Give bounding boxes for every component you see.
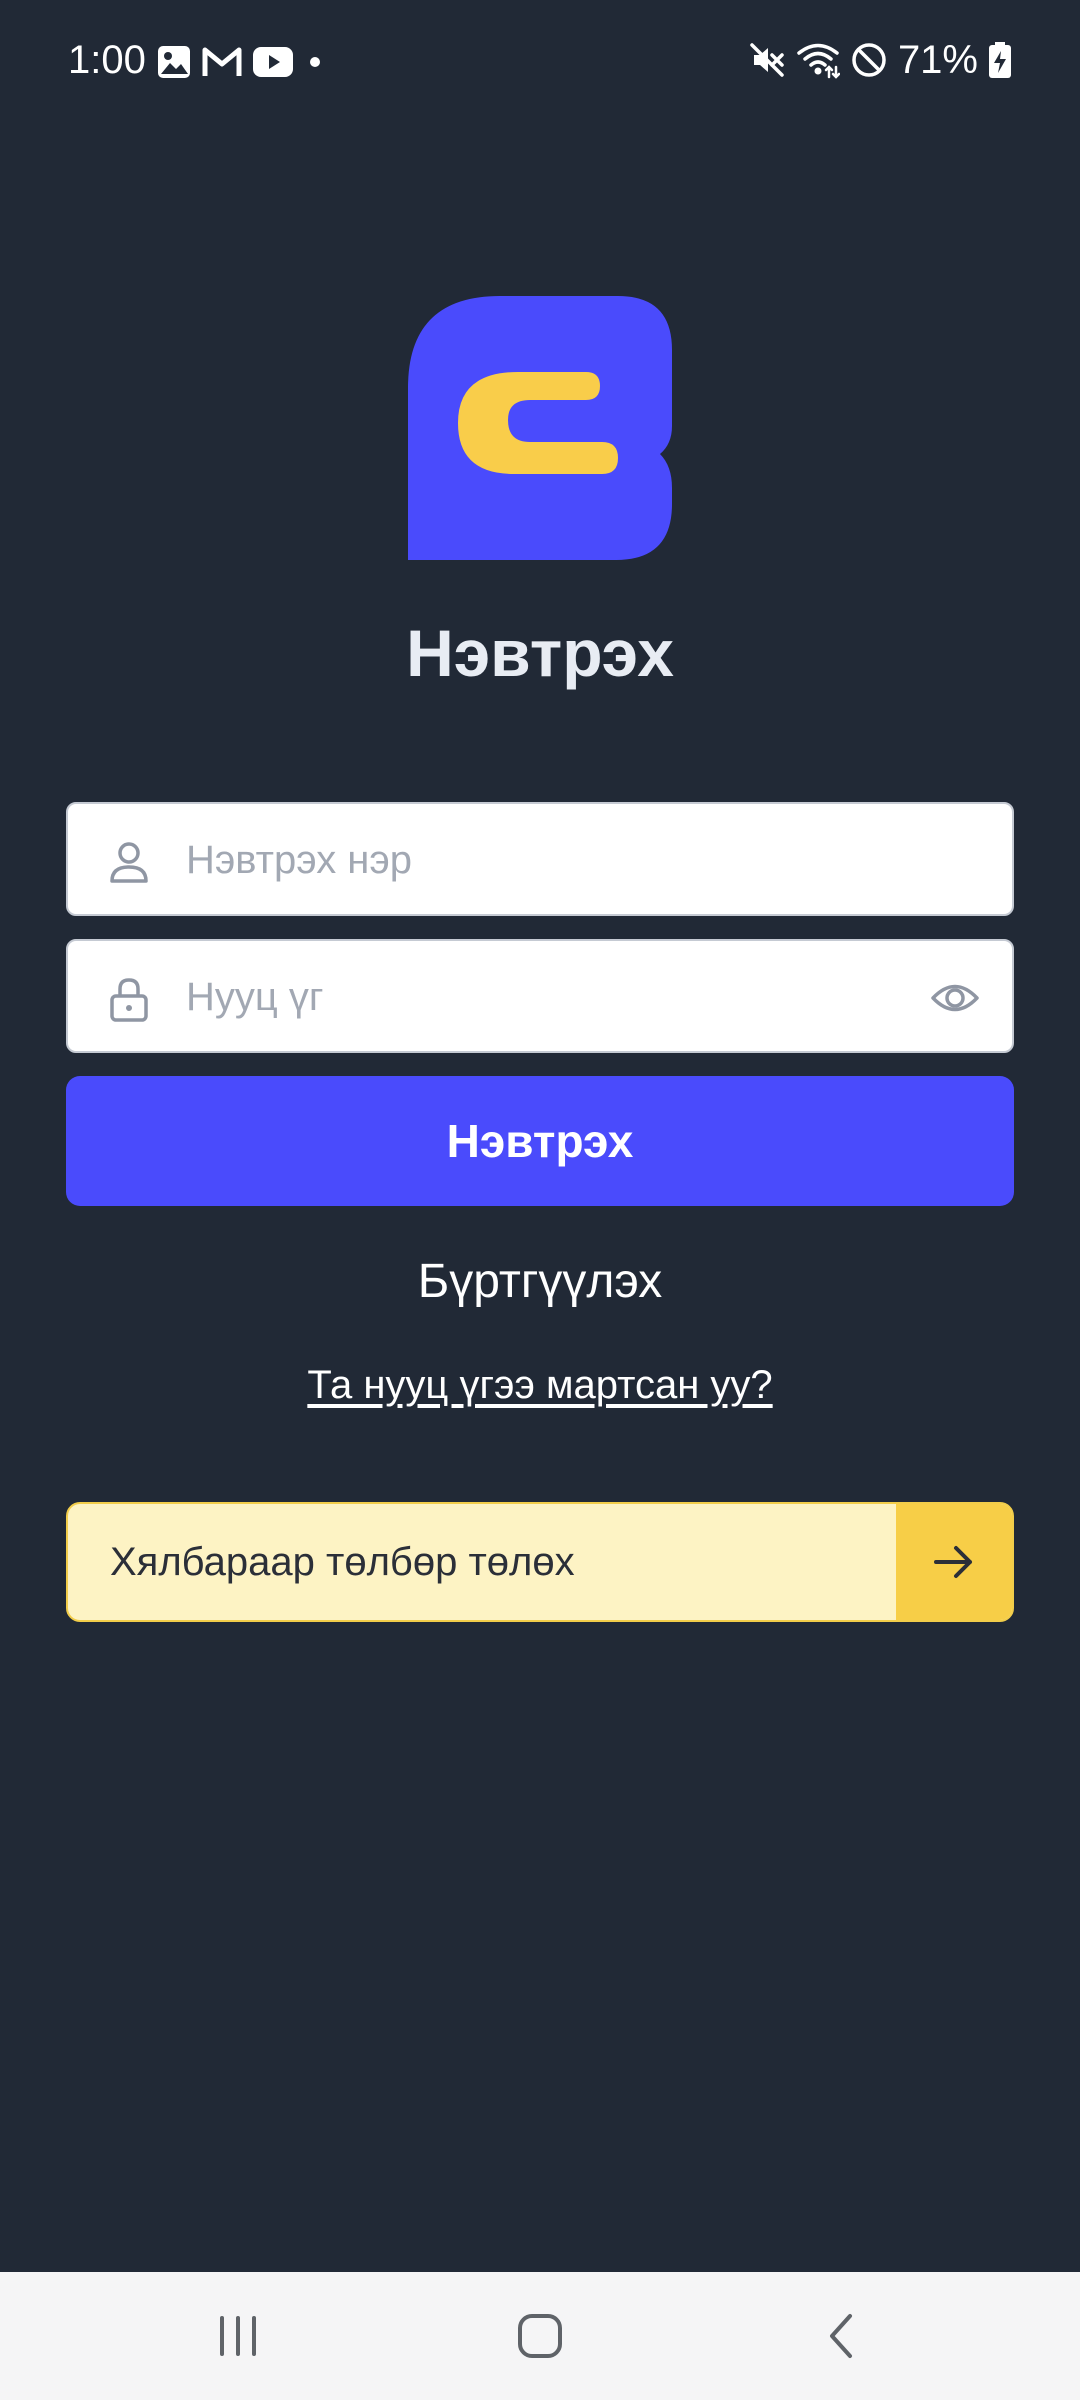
youtube-icon bbox=[253, 47, 293, 77]
mute-icon bbox=[750, 43, 784, 77]
register-link[interactable]: Бүртгүүлэх bbox=[0, 1252, 1080, 1312]
home-button[interactable] bbox=[470, 2272, 610, 2400]
recent-apps-button[interactable] bbox=[168, 2272, 308, 2400]
dot-icon bbox=[310, 57, 320, 67]
arrow-right-icon bbox=[934, 1546, 972, 1578]
forgot-password-link[interactable]: Та нууц үгээ мартсан уу? bbox=[0, 1360, 1080, 1410]
page-title: Нэвтрэх bbox=[406, 616, 674, 690]
eye-icon[interactable] bbox=[930, 973, 980, 1023]
lock-icon bbox=[110, 978, 148, 1022]
image-icon bbox=[158, 46, 190, 78]
easy-payment-label: Хялбараар төлбөр төлөх bbox=[110, 1540, 575, 1584]
username-input[interactable] bbox=[184, 804, 948, 916]
easy-payment-arrow-button[interactable] bbox=[896, 1504, 1012, 1620]
battery-percent: 71% bbox=[897, 38, 978, 82]
status-bar: 1:00 71% bbox=[0, 0, 1080, 120]
wifi-icon bbox=[797, 43, 840, 79]
status-time: 1:00 bbox=[68, 38, 146, 82]
do-not-disturb-icon bbox=[852, 43, 886, 77]
battery-charging-icon bbox=[989, 42, 1011, 78]
notification-icons bbox=[156, 42, 326, 82]
login-button[interactable]: Нэвтрэх bbox=[66, 1076, 1014, 1206]
app-logo bbox=[408, 296, 672, 560]
login-screen: 1:00 71% Нэвтрэх Нэвтрэх нэр Нэвтрэх Бүр… bbox=[0, 0, 1080, 2400]
username-field[interactable] bbox=[66, 802, 1014, 916]
gmail-icon bbox=[202, 47, 242, 76]
back-button[interactable] bbox=[772, 2272, 912, 2400]
user-icon bbox=[110, 842, 148, 883]
password-field[interactable] bbox=[66, 939, 1014, 1053]
home-icon bbox=[518, 2314, 562, 2358]
recent-apps-icon bbox=[220, 2316, 256, 2356]
back-icon bbox=[830, 2314, 852, 2358]
password-input[interactable] bbox=[184, 941, 948, 1053]
system-icons: 71% bbox=[748, 36, 1012, 84]
system-navigation-bar bbox=[0, 2272, 1080, 2400]
easy-payment-banner[interactable]: Хялбараар төлбөр төлөх bbox=[66, 1502, 1014, 1622]
